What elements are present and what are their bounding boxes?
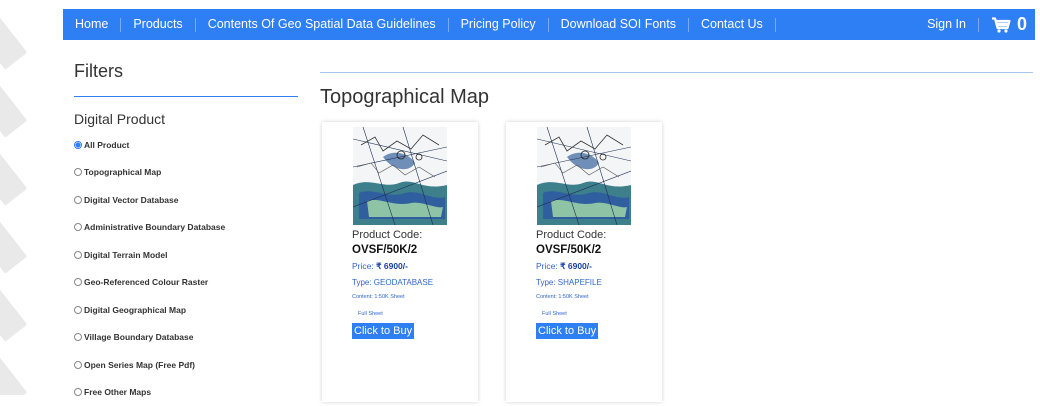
nav-divider: [775, 18, 776, 32]
radio-button[interactable]: [74, 278, 82, 286]
filter-option-free-other-maps[interactable]: Free Other Maps: [74, 379, 300, 406]
click-to-buy-button[interactable]: Click to Buy: [352, 323, 414, 339]
price-value: ₹ 6900/-: [560, 261, 592, 271]
radio-button[interactable]: [74, 306, 82, 314]
filter-option-label: Digital Terrain Model: [84, 250, 167, 260]
shopping-cart-icon: [991, 17, 1011, 33]
filter-option-label: Digital Geographical Map: [84, 305, 186, 315]
product-code: OVSF/50K/2: [352, 244, 433, 256]
filter-option-topographical-map[interactable]: Topographical Map: [74, 159, 300, 187]
digital-product-heading: Digital Product: [74, 111, 300, 127]
product-price: Price: ₹ 6900/-: [352, 261, 433, 272]
click-to-buy-button[interactable]: Click to Buy: [536, 323, 598, 339]
filter-option-digital-geographical-map[interactable]: Digital Geographical Map: [74, 296, 300, 324]
filter-option-digital-terrain-model[interactable]: Digital Terrain Model: [74, 241, 300, 269]
decorative-watermark: [0, 0, 45, 395]
main-divider: [320, 72, 1033, 73]
filter-option-geo-referenced-colour-raster[interactable]: Geo-Referenced Colour Raster: [74, 269, 300, 297]
radio-button[interactable]: [74, 388, 82, 396]
nav-contact-us[interactable]: Contact Us: [689, 9, 775, 40]
filter-option-label: Geo-Referenced Colour Raster: [84, 277, 208, 287]
filter-option-label: All Product: [84, 140, 129, 150]
filter-option-open-series-map[interactable]: Open Series Map (Free Pdf): [74, 351, 300, 379]
filter-option-label: Topographical Map: [84, 167, 161, 177]
radio-button[interactable]: [74, 333, 82, 341]
filter-option-label: Digital Vector Database: [84, 195, 178, 205]
price-label: Price:: [536, 261, 558, 271]
radio-button[interactable]: [74, 223, 82, 231]
product-card: Product Code: OVSF/50K/2 Price: ₹ 6900/-…: [322, 122, 478, 402]
nav-geo-spatial-guidelines[interactable]: Contents Of Geo Spatial Data Guidelines: [196, 9, 448, 40]
radio-button[interactable]: [74, 168, 82, 176]
product-type: Type: SHAPEFILE: [536, 278, 606, 287]
radio-button[interactable]: [74, 251, 82, 259]
map-thumbnail-image: [537, 127, 631, 225]
filter-option-label: Administrative Boundary Database: [84, 222, 225, 232]
product-sheet: Full Sheet: [358, 311, 433, 317]
product-code: OVSF/50K/2: [536, 244, 606, 256]
filters-title: Filters: [74, 61, 300, 82]
nav-sign-in[interactable]: Sign In: [915, 9, 978, 40]
product-code-label: Product Code:: [352, 229, 433, 241]
radio-button[interactable]: [74, 196, 82, 204]
product-details: Product Code: OVSF/50K/2 Price: ₹ 6900/-…: [536, 229, 606, 339]
filter-option-label: Free Other Maps: [84, 387, 151, 397]
product-details: Product Code: OVSF/50K/2 Price: ₹ 6900/-…: [352, 229, 433, 339]
cart-count: 0: [1017, 14, 1027, 35]
product-content: Content: 1:50K Sheet: [536, 294, 606, 300]
product-price: Price: ₹ 6900/-: [536, 261, 606, 272]
filter-option-all-product[interactable]: All Product: [74, 131, 300, 159]
radio-button[interactable]: [74, 361, 82, 369]
product-filter-list: All Product Topographical Map Digital Ve…: [74, 131, 300, 406]
page-title: Topographical Map: [320, 86, 489, 109]
radio-button-selected[interactable]: [74, 141, 82, 149]
top-navbar: Home Products Contents Of Geo Spatial Da…: [63, 9, 1035, 40]
product-code-label: Product Code:: [536, 229, 606, 241]
nav-download-soi-fonts[interactable]: Download SOI Fonts: [549, 9, 688, 40]
map-thumbnail-image: [353, 127, 447, 225]
product-type: Type: GEODATABASE: [352, 278, 433, 287]
nav-products[interactable]: Products: [121, 9, 194, 40]
cart-button[interactable]: 0: [979, 14, 1035, 35]
filter-option-village-boundary-database[interactable]: Village Boundary Database: [74, 324, 300, 352]
filter-option-label: Open Series Map (Free Pdf): [84, 360, 195, 370]
filters-sidebar: Filters Digital Product All Product Topo…: [74, 55, 300, 406]
filter-option-administrative-boundary-database[interactable]: Administrative Boundary Database: [74, 214, 300, 242]
nav-pricing-policy[interactable]: Pricing Policy: [449, 9, 548, 40]
price-label: Price:: [352, 261, 374, 271]
filter-option-digital-vector-database[interactable]: Digital Vector Database: [74, 186, 300, 214]
product-sheet: Full Sheet: [542, 311, 606, 317]
filter-option-label: Village Boundary Database: [84, 332, 193, 342]
product-card: Product Code: OVSF/50K/2 Price: ₹ 6900/-…: [506, 122, 662, 402]
nav-home[interactable]: Home: [63, 9, 120, 40]
filters-divider: [74, 96, 298, 97]
product-content: Content: 1:50K Sheet: [352, 294, 433, 300]
price-value: ₹ 6900/-: [376, 261, 408, 271]
